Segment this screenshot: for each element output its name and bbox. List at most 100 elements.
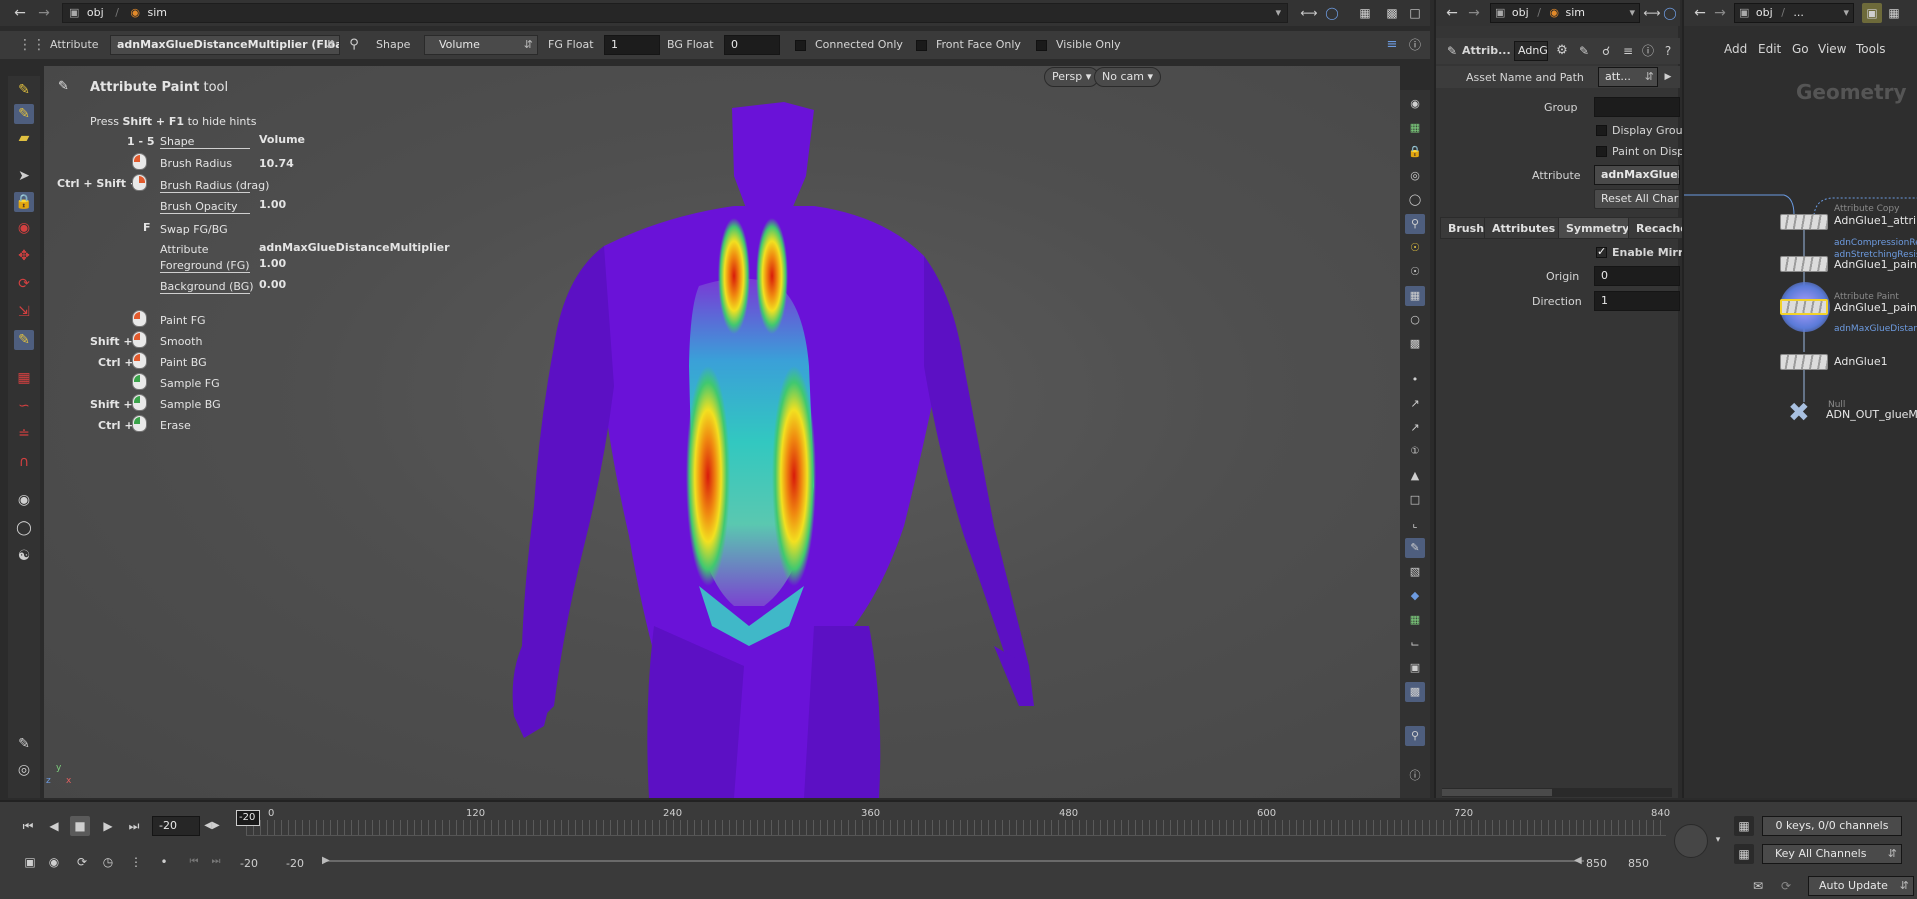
attribute-select[interactable]: adnMaxGlueDistanceMultiplier (Float) ⇵ [110, 35, 340, 55]
prev-key-icon[interactable]: ⏮ [184, 852, 204, 872]
render-icon[interactable]: ☯ [14, 546, 34, 566]
display-paint-icon[interactable]: ✎ [1405, 538, 1425, 558]
next-key-icon[interactable]: ⏭ [206, 852, 226, 872]
range-start-2[interactable]: -20 [286, 857, 304, 870]
audio-icon[interactable]: ▣ [20, 852, 40, 872]
node-adnglue[interactable] [1780, 354, 1828, 370]
step-back-icon[interactable]: ◀ [44, 816, 64, 836]
timeline-marker[interactable]: -20 [236, 810, 260, 826]
auto-update-select[interactable]: Auto Update ⇵ [1808, 876, 1914, 896]
connected-only-checkbox[interactable] [795, 40, 806, 51]
help-icon[interactable]: ⓘ [1405, 35, 1425, 55]
range-start[interactable]: -20 [240, 857, 258, 870]
range-end-handle[interactable]: ◀ [1574, 855, 1582, 866]
display-group-checkbox[interactable] [1596, 125, 1607, 136]
point-snap-icon[interactable]: ≐ [14, 424, 34, 444]
paint-brush-icon[interactable]: ✎ [14, 80, 34, 100]
param-path-field[interactable]: ▣ obj / ◉ sim ▾ [1490, 3, 1640, 23]
shape-select[interactable]: Volume ⇵ [424, 35, 538, 55]
tab-symmetry[interactable]: Symmetry [1558, 217, 1638, 239]
channel-icon[interactable]: ▦ [1734, 816, 1754, 836]
tab-attributes[interactable]: Attributes [1484, 217, 1564, 239]
bg-float-input[interactable]: 0 [724, 35, 780, 55]
display-geo-icon[interactable]: ⚲ [1405, 214, 1425, 234]
stop-icon[interactable]: ■ [70, 816, 90, 836]
path-segment-obj[interactable]: obj [87, 6, 104, 19]
location-pin-icon[interactable]: ⚲ [344, 35, 364, 55]
global-anim-icon[interactable]: ◉ [44, 852, 64, 872]
display-bulb2-icon[interactable]: ☉ [1405, 262, 1425, 282]
path-dropdown-icon[interactable]: ▾ [1629, 4, 1635, 22]
visible-only-checkbox[interactable] [1036, 40, 1047, 51]
reset-all-button[interactable]: Reset All Char [1594, 189, 1680, 209]
key-dial[interactable] [1674, 824, 1708, 858]
param-gear-icon[interactable]: ⚙ [1552, 41, 1572, 61]
param-path-sim[interactable]: sim [1566, 6, 1586, 19]
link-icon[interactable]: ◯ [1322, 3, 1342, 23]
rotate-icon[interactable]: ⟳ [14, 274, 34, 294]
curve-snap-icon[interactable]: ∽ [14, 396, 34, 416]
eraser-icon[interactable]: ▰ [14, 128, 34, 148]
loop-icon[interactable]: ⟳ [72, 852, 92, 872]
node-name-adnglue[interactable]: AdnGlue1 [1834, 355, 1888, 368]
node-attribute-copy[interactable] [1780, 214, 1828, 230]
display-scissor-icon[interactable]: ⌙ [1405, 634, 1425, 654]
display-bulb-icon[interactable]: ☉ [1405, 238, 1425, 258]
range-end[interactable]: 850 [1586, 857, 1607, 870]
refresh-icon[interactable]: ⟳ [1776, 876, 1796, 896]
paint-tool-icon[interactable]: ✎ [14, 330, 34, 350]
path-field[interactable]: ▣ obj / ◉ sim ▾ [62, 3, 1288, 23]
key-channel-icon[interactable]: ▦ [1734, 844, 1754, 864]
null-node-icon[interactable]: ✖ [1788, 400, 1810, 426]
asset-expand-icon[interactable]: ▶ [1658, 67, 1678, 87]
grip-icon[interactable]: ⋮⋮ [18, 35, 46, 55]
display-cam-icon[interactable]: ○ [1405, 310, 1425, 330]
back-arrow-icon[interactable]: ← [10, 3, 30, 23]
display-bg-icon[interactable]: ▩ [1405, 334, 1425, 354]
node-paint-first[interactable] [1780, 256, 1828, 272]
magnet-icon[interactable]: ∩ [14, 452, 34, 472]
maximize-icon[interactable]: □ [1405, 3, 1425, 23]
param-hscroll-thumb[interactable] [1442, 789, 1552, 796]
node-name-attribute-paint[interactable]: AdnGlue1_paint_a [1834, 301, 1917, 314]
group-input[interactable] [1594, 97, 1680, 117]
param-search-icon[interactable]: ☌ [1596, 41, 1616, 61]
handle-icon[interactable]: ◉ [14, 218, 34, 238]
origin-input[interactable]: 0 [1594, 266, 1680, 286]
path-dropdown-icon[interactable]: ▾ [1275, 4, 1281, 22]
display-diamond-icon[interactable]: ◆ [1405, 586, 1425, 606]
frame-step-icon[interactable]: ◀▶ [202, 816, 222, 836]
toolbar-options-icon[interactable]: ≡ [1382, 35, 1402, 55]
key-all-channels-select[interactable]: Key All Channels ⇵ [1762, 844, 1902, 864]
no-cam-button[interactable]: No cam ▾ [1094, 67, 1161, 87]
display-shading-icon[interactable]: ▦ [1405, 118, 1425, 138]
node-name-null[interactable]: ADN_OUT_glueMus [1826, 408, 1917, 421]
grid-snap-icon[interactable]: ▦ [14, 368, 34, 388]
display-image-icon[interactable]: ▩ [1405, 682, 1425, 702]
paint-on-disp-checkbox[interactable] [1596, 146, 1607, 157]
range-start-handle[interactable]: ▶ [322, 855, 330, 866]
layout-icon[interactable]: ▦ [1355, 3, 1375, 23]
param-link-icon[interactable]: ◯ [1660, 3, 1680, 23]
display-frame-icon[interactable]: ▣ [1405, 658, 1425, 678]
pose-icon[interactable]: ✎ [14, 734, 34, 754]
display-grid-icon[interactable]: ▦ [1405, 286, 1425, 306]
enable-mirror-checkbox[interactable]: ✓ [1596, 245, 1607, 258]
realtime-icon[interactable]: ◷ [98, 852, 118, 872]
range-slider[interactable] [326, 860, 1584, 862]
param-pin-icon[interactable]: ⟷ [1642, 3, 1662, 23]
display-vec-icon[interactable]: ↗ [1405, 418, 1425, 438]
param-brush-icon[interactable]: ✎ [1574, 41, 1594, 61]
lock-icon[interactable]: 🔒 [14, 192, 34, 212]
view-tool-icon[interactable]: ◉ [14, 490, 34, 510]
key-dial-arrow-icon[interactable]: ▾ [1708, 830, 1728, 850]
node-name-attribute-copy[interactable]: AdnGlue1_attribc [1834, 214, 1917, 227]
direction-input[interactable]: 1 [1594, 291, 1680, 311]
screen-icon[interactable]: ▩ [1382, 3, 1402, 23]
display-pin-icon[interactable]: ⚲ [1405, 726, 1425, 746]
display-ghost-icon[interactable]: ◎ [1405, 166, 1425, 186]
timeline-track[interactable] [246, 820, 1666, 836]
scene-icon[interactable]: ◎ [14, 760, 34, 780]
jump-start-icon[interactable]: ⏮ [18, 816, 38, 836]
param-help-icon[interactable]: ? [1658, 41, 1678, 61]
